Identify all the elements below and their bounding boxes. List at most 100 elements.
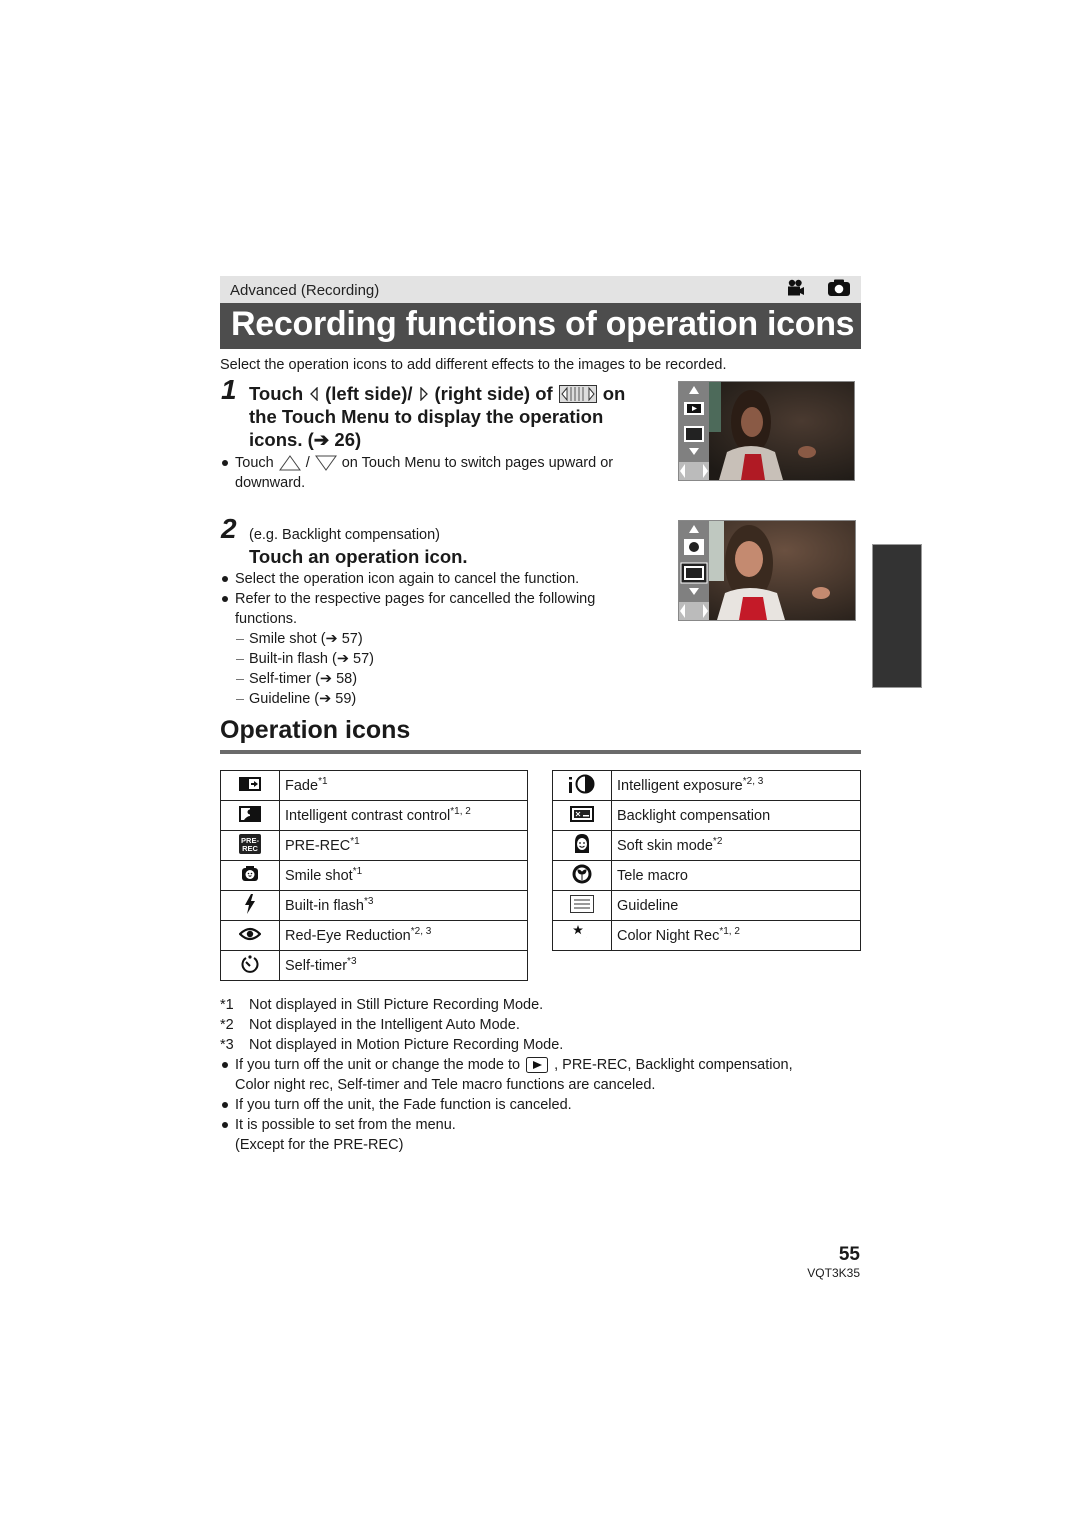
intelligent-exposure-icon <box>569 774 595 793</box>
down-triangle-icon <box>314 455 337 471</box>
intro-text: Select the operation icons to add differ… <box>220 357 727 373</box>
section-header-bar: Advanced (Recording) <box>220 276 861 303</box>
document-code: VQT3K35 <box>807 1266 860 1280</box>
step-2-bullet-2: Refer to the respective pages for cancel… <box>220 589 660 629</box>
step-1-line3: icons. (➔ 26) <box>249 429 362 450</box>
flash-icon <box>245 893 255 914</box>
op-label: Self-timer <box>285 957 348 974</box>
footnote-text: Not displayed in Still Picture Recording… <box>249 997 544 1013</box>
note-1-a: If you turn off the unit or change the m… <box>235 1057 521 1073</box>
op-note: *2, 3 <box>410 925 432 937</box>
op-label: Intelligent contrast control <box>285 807 451 824</box>
table-row: Self-timer*3 <box>220 950 528 981</box>
mode-icons <box>785 279 851 297</box>
ref-built-in-flash: Built-in flash (➔ 57) <box>234 649 660 669</box>
step-2-notes: Select the operation icon again to cance… <box>220 569 660 709</box>
ref-guideline: Guideline (➔ 59) <box>234 689 660 709</box>
op-note: *3 <box>347 955 357 967</box>
op-note: *1 <box>350 835 360 847</box>
step-1-note-d: downward. <box>235 475 306 491</box>
note-3: It is possible to set from the menu. <box>220 1115 860 1135</box>
note-2: If you turn off the unit, the Fade funct… <box>220 1095 860 1115</box>
right-triangle-icon <box>419 386 428 401</box>
playback-mode-icon <box>526 1057 549 1073</box>
heading-rule <box>220 750 861 754</box>
table-row: Intelligent contrast control*1, 2 <box>220 800 528 831</box>
step-1-note-b: / <box>305 455 310 471</box>
chapter-tab <box>872 544 922 688</box>
up-triangle-icon <box>278 455 301 471</box>
step-1-note-c: on Touch Menu to switch pages upward or <box>341 455 614 471</box>
step-1-note: Touch / on Touch Menu to switch pages up… <box>220 453 660 493</box>
op-label: Color Night Rec <box>617 927 720 944</box>
op-label: Backlight compensation <box>617 807 771 824</box>
op-label: PRE-REC <box>285 837 351 854</box>
intelligent-contrast-icon <box>239 805 261 822</box>
step-2-heading: Touch an operation icon. <box>249 546 468 567</box>
footnote-mark: *2 <box>220 1017 234 1033</box>
left-triangle-icon <box>310 386 318 401</box>
op-label: Fade <box>285 777 319 794</box>
backlight-icon <box>570 805 594 822</box>
note-1-c: Color night rec, Self-timer and Tele mac… <box>235 1077 656 1093</box>
operation-icons-table-left: Fade*1 Intelligent contrast control*1, 2… <box>220 770 528 981</box>
footnotes: *1 Not displayed in Still Picture Recordi… <box>220 995 860 1155</box>
guideline-icon <box>570 894 594 913</box>
step-1-note-a: Touch <box>235 455 274 471</box>
footnote-mark: *3 <box>220 1037 234 1053</box>
operation-icons-table-right: Intelligent exposure*2, 3 Backlight comp… <box>552 770 861 951</box>
table-row: Color Night Rec*1, 2 <box>552 920 861 951</box>
screen-photo-1 <box>679 382 854 480</box>
op-note: *2 <box>712 835 723 847</box>
operation-icons-heading: Operation icons <box>220 716 411 744</box>
note-1: If you turn off the unit or change the m… <box>220 1055 860 1075</box>
page-switch-icon <box>558 384 597 403</box>
op-note: *1 <box>352 865 363 877</box>
ref-self-timer: Self-timer (➔ 58) <box>234 669 660 689</box>
op-label: Intelligent exposure <box>617 777 743 794</box>
page-number: 55 <box>838 1244 860 1265</box>
smile-shot-icon <box>242 866 258 881</box>
table-row: Built-in flash*3 <box>220 890 528 921</box>
note-3-b: (Except for the PRE-REC) <box>235 1137 404 1153</box>
touch-menu-screenshot-1 <box>678 381 855 481</box>
table-row: Soft skin mode*2 <box>552 830 861 861</box>
video-camera-icon <box>788 279 804 296</box>
op-label: Guideline <box>617 897 679 914</box>
table-row: Red-Eye Reduction*2, 3 <box>220 920 528 951</box>
color-night-icon <box>573 924 589 941</box>
footnote-mark: *1 <box>220 997 234 1013</box>
red-eye-icon <box>238 927 262 940</box>
step-1-text-b: (left side)/ <box>325 383 413 404</box>
table-row: Tele macro <box>552 860 861 891</box>
op-note: *2, 3 <box>742 775 764 787</box>
fade-icon <box>239 776 261 791</box>
step-1-line2: the Touch Menu to display the operation <box>249 406 604 427</box>
op-note: *1, 2 <box>719 925 740 937</box>
step-1-number: 1 <box>221 374 237 405</box>
touch-menu-screenshot-2 <box>678 520 856 621</box>
note-1-b: , PRE-REC, Backlight compensation, <box>554 1057 793 1073</box>
tele-macro-icon <box>572 864 592 883</box>
table-row: PRE- REC PRE-REC*1 <box>220 830 528 861</box>
step-2-bullet-1: Select the operation icon again to cance… <box>220 569 660 589</box>
table-row: Backlight compensation <box>552 800 861 831</box>
footnote-text: Not displayed in the Intelligent Auto Mo… <box>249 1017 520 1033</box>
self-timer-icon <box>241 954 259 973</box>
svg-text:REC: REC <box>242 844 258 853</box>
op-label: Tele macro <box>617 867 688 884</box>
soft-skin-icon <box>575 833 589 853</box>
footnote-1: *1 Not displayed in Still Picture Recordi… <box>220 995 860 1015</box>
op-note: *1, 2 <box>450 805 471 817</box>
step-1-text-a: Touch <box>249 383 304 404</box>
step-1-heading: Touch (left side)/ (right side) of on th… <box>249 382 669 451</box>
pre-rec-icon: PRE-REC <box>239 833 261 854</box>
step-1-text-d: on <box>602 383 626 404</box>
section-label: Advanced (Recording) <box>230 282 380 299</box>
op-label: Smile shot <box>285 867 353 884</box>
op-note: *1 <box>318 775 328 787</box>
still-camera-icon <box>828 279 850 296</box>
footnote-text: Not displayed in Motion Picture Recordin… <box>249 1037 564 1053</box>
footnote-2: *2 Not displayed in the Intelligent Auto … <box>220 1015 860 1035</box>
op-label: Soft skin mode <box>617 837 713 854</box>
